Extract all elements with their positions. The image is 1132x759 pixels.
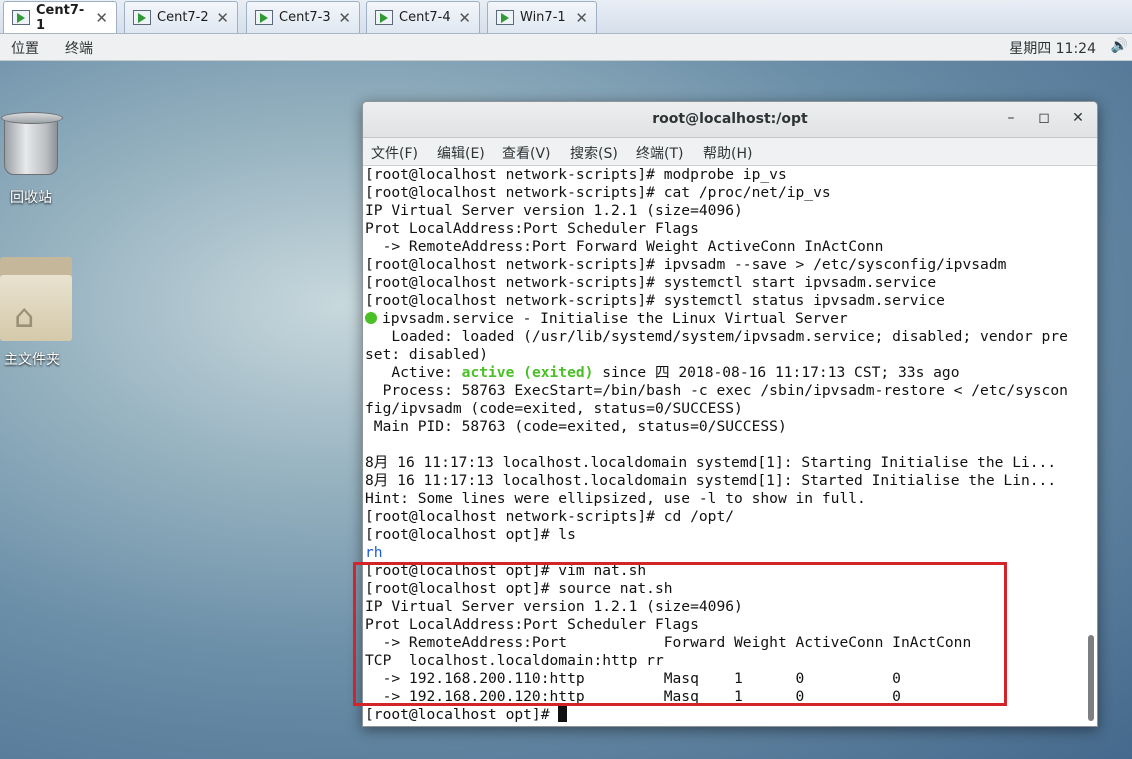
terminal-line: IP Virtual Server version 1.2.1 (size=40… xyxy=(365,598,743,615)
terminal-line: ipvsadm.service - Initialise the Linux V… xyxy=(365,310,848,328)
tab-label: Cent7-2 xyxy=(157,10,209,25)
vm-icon xyxy=(375,10,393,25)
service-header: ipvsadm.service - Initialise the Linux V… xyxy=(382,310,848,327)
tab-cent7-1[interactable]: Cent7-1 ✕ xyxy=(3,1,117,33)
terminal-line: Prot LocalAddress:Port Scheduler Flags xyxy=(365,616,699,633)
terminal-line: [root@localhost network-scripts]# system… xyxy=(365,292,945,309)
close-icon[interactable]: ✕ xyxy=(575,9,588,27)
active-label: Active: xyxy=(365,364,462,381)
terminal-line: 8月 16 11:17:13 localhost.localdomain sys… xyxy=(365,472,1057,489)
menu-terminal[interactable]: 终端(T) xyxy=(636,143,683,163)
terminal-line: [root@localhost network-scripts]# system… xyxy=(365,274,937,291)
terminal-line: Main PID: 58763 (code=exited, status=0/S… xyxy=(365,418,787,435)
menu-help[interactable]: 帮助(H) xyxy=(703,143,752,163)
terminal-line: [root@localhost network-scripts]# ipvsad… xyxy=(365,256,1007,273)
menu-search[interactable]: 搜索(S) xyxy=(570,143,618,163)
menu-file[interactable]: 文件(F) xyxy=(371,143,418,163)
vm-icon xyxy=(12,10,30,25)
volume-icon[interactable]: 🔊 xyxy=(1111,38,1128,54)
tab-win7-1[interactable]: Win7-1 ✕ xyxy=(487,1,597,33)
tab-label: Cent7-4 xyxy=(399,10,451,25)
terminal-menubar: 文件(F) 编辑(E) 查看(V) 搜索(S) 终端(T) 帮助(H) xyxy=(363,138,1097,166)
terminal-output[interactable]: [root@localhost network-scripts]# modpro… xyxy=(363,166,1085,726)
terminal-window: root@localhost:/opt – ◻ ✕ 文件(F) 编辑(E) 查看… xyxy=(362,101,1098,727)
home-folder-label: 主文件夹 xyxy=(4,352,60,368)
terminal-line: Hint: Some lines were ellipsized, use -l… xyxy=(365,490,866,507)
vm-tab-bar: Cent7-1 ✕ Cent7-2 ✕ Cent7-3 ✕ Cent7-4 ✕ … xyxy=(0,0,1132,34)
terminal-line: fig/ipvsadm (code=exited, status=0/SUCCE… xyxy=(365,400,743,417)
close-icon[interactable]: ✕ xyxy=(95,9,108,27)
active-since: since 四 2018-08-16 11:17:13 CST; 33s ago xyxy=(593,364,960,381)
tab-label: Cent7-1 xyxy=(36,2,85,33)
tab-cent7-3[interactable]: Cent7-3 ✕ xyxy=(246,1,360,33)
home-icon: ⌂ xyxy=(14,297,35,335)
terminal-line: IP Virtual Server version 1.2.1 (size=40… xyxy=(365,202,743,219)
terminal-line: Process: 58763 ExecStart=/bin/bash -c ex… xyxy=(365,382,1068,399)
terminal-line: rh xyxy=(365,544,383,561)
close-icon[interactable]: ✕ xyxy=(216,9,229,27)
close-icon[interactable]: ✕ xyxy=(338,9,351,27)
terminal-line: 8月 16 11:17:13 localhost.localdomain sys… xyxy=(365,454,1057,471)
top-panel: 位置 终端 星期四 11:24 🔊 xyxy=(0,34,1132,61)
text-cursor xyxy=(558,706,568,722)
terminal-line: -> 192.168.200.120:http Masq 1 0 0 xyxy=(365,688,901,705)
close-window-button[interactable]: ✕ xyxy=(1069,110,1087,126)
terminal-app-menu[interactable]: 终端 xyxy=(65,38,93,58)
vm-icon xyxy=(255,10,273,25)
folder-icon: ⌂ xyxy=(0,257,72,341)
trash-icon xyxy=(1,112,63,175)
window-titlebar[interactable]: root@localhost:/opt – ◻ ✕ xyxy=(363,102,1097,138)
window-title: root@localhost:/opt xyxy=(652,111,808,127)
tab-label: Win7-1 xyxy=(520,10,566,25)
menu-view[interactable]: 查看(V) xyxy=(502,143,551,163)
vm-icon xyxy=(133,10,151,25)
home-folder-desktop-icon[interactable]: ⌂ 主文件夹 xyxy=(0,257,72,369)
places-menu[interactable]: 位置 xyxy=(11,38,39,58)
maximize-button[interactable]: ◻ xyxy=(1035,110,1053,126)
terminal-line: [root@localhost network-scripts]# modpro… xyxy=(365,166,787,183)
scrollbar-thumb[interactable] xyxy=(1088,635,1094,721)
vm-icon xyxy=(496,10,514,25)
terminal-line: Loaded: loaded (/usr/lib/systemd/system/… xyxy=(365,328,1068,345)
terminal-line: [root@localhost network-scripts]# cat /p… xyxy=(365,184,831,201)
tab-cent7-2[interactable]: Cent7-2 ✕ xyxy=(124,1,238,33)
terminal-line: -> RemoteAddress:Port Forward Weight Act… xyxy=(365,238,884,255)
terminal-line: set: disabled) xyxy=(365,346,489,363)
close-icon[interactable]: ✕ xyxy=(458,9,471,27)
terminal-line: Active: active (exited) since 四 2018-08-… xyxy=(365,364,960,382)
clock[interactable]: 星期四 11:24 xyxy=(1009,38,1096,58)
terminal-line: -> 192.168.200.110:http Masq 1 0 0 xyxy=(365,670,901,687)
terminal-line: -> RemoteAddress:Port Forward Weight Act… xyxy=(365,634,972,651)
active-status: active (exited) xyxy=(461,364,594,381)
terminal-line: [root@localhost opt]# ls xyxy=(365,526,576,543)
menu-edit[interactable]: 编辑(E) xyxy=(437,143,485,163)
terminal-line: Prot LocalAddress:Port Scheduler Flags xyxy=(365,220,699,237)
tab-cent7-4[interactable]: Cent7-4 ✕ xyxy=(366,1,480,33)
terminal-line: [root@localhost network-scripts]# cd /op… xyxy=(365,508,735,525)
status-dot-icon xyxy=(365,312,377,324)
trash-label: 回收站 xyxy=(10,190,52,206)
terminal-line: [root@localhost opt]# source nat.sh xyxy=(365,580,673,597)
minimize-button[interactable]: – xyxy=(1002,110,1020,126)
prompt: [root@localhost opt]# xyxy=(365,706,559,723)
terminal-line: [root@localhost opt]# vim nat.sh xyxy=(365,562,647,579)
tab-label: Cent7-3 xyxy=(279,10,331,25)
terminal-line: [root@localhost opt]# xyxy=(365,706,568,724)
terminal-line: TCP localhost.localdomain:http rr xyxy=(365,652,664,669)
trash-desktop-icon[interactable]: 回收站 xyxy=(0,112,63,207)
